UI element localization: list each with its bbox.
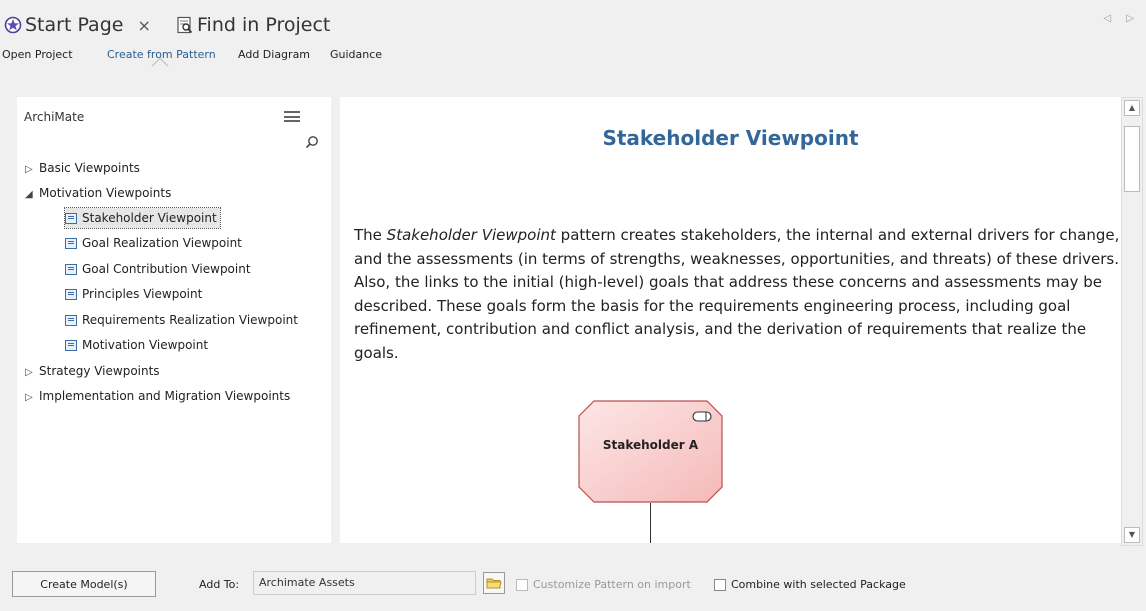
- tree-item-implementation-and-migration-viewpoints[interactable]: ▷ Implementation and Migration Viewpoints: [25, 386, 290, 406]
- search-icon[interactable]: [305, 135, 319, 149]
- tree-item-label: Stakeholder Viewpoint: [82, 211, 217, 225]
- expand-arrow-icon[interactable]: ▷: [25, 363, 39, 383]
- tree-item-label: Strategy Viewpoints: [39, 364, 160, 378]
- nav-add-diagram[interactable]: Add Diagram: [238, 48, 310, 61]
- combine-package-checkbox[interactable]: Combine with selected Package: [714, 578, 906, 591]
- pattern-title: Stakeholder Viewpoint: [602, 126, 859, 150]
- tree-item-motivation-viewpoint[interactable]: Motivation Viewpoint: [65, 335, 208, 355]
- expand-arrow-icon[interactable]: ▷: [25, 388, 39, 408]
- tab-scroll-arrows[interactable]: ◁ ▷: [1103, 13, 1140, 24]
- description-prefix: The: [354, 226, 387, 244]
- pattern-icon: [65, 263, 77, 275]
- stakeholder-icon: [692, 411, 712, 422]
- tab-label: Find in Project: [197, 14, 331, 36]
- tree-item-label: Principles Viewpoint: [82, 287, 203, 301]
- tree-item-goal-realization-viewpoint[interactable]: Goal Realization Viewpoint: [65, 233, 242, 253]
- close-icon[interactable]: ×: [137, 16, 150, 35]
- pattern-description: The Stakeholder Viewpoint pattern create…: [354, 224, 1121, 365]
- tree-item-label: Requirements Realization Viewpoint: [82, 313, 298, 327]
- tree-item-principles-viewpoint[interactable]: Principles Viewpoint: [65, 284, 202, 304]
- scroll-thumb[interactable]: [1124, 126, 1140, 192]
- tree-item-label: Goal Contribution Viewpoint: [82, 262, 251, 276]
- menu-icon[interactable]: [284, 111, 300, 122]
- tree-item-basic-viewpoints[interactable]: ▷ Basic Viewpoints: [25, 158, 140, 178]
- pattern-description-pane: Stakeholder Viewpoint The Stakeholder Vi…: [340, 97, 1121, 543]
- tree-item-label: Motivation Viewpoint: [82, 338, 209, 352]
- start-page-navigation: Open Project Create from Pattern Add Dia…: [0, 44, 1146, 75]
- start-page-icon: [4, 16, 22, 34]
- expand-arrow-icon[interactable]: ▷: [25, 160, 39, 180]
- description-text: pattern creates stakeholders, the intern…: [354, 226, 1120, 362]
- pattern-icon: [65, 288, 77, 300]
- nav-open-project[interactable]: Open Project: [2, 48, 73, 61]
- panel-splitter[interactable]: [331, 97, 340, 543]
- tree-item-label: Goal Realization Viewpoint: [82, 236, 242, 250]
- pattern-action-bar: Create Model(s) Add To: Archimate Assets…: [0, 560, 1146, 611]
- tree-item-motivation-viewpoints[interactable]: ◢ Motivation Viewpoints: [25, 183, 171, 203]
- checkbox-box[interactable]: [714, 578, 726, 591]
- tree-item-requirements-realization-viewpoint[interactable]: Requirements Realization Viewpoint: [65, 310, 298, 330]
- document-tab-bar: Start Page × Find in Project ◁ ▷: [0, 0, 1146, 42]
- stakeholder-label: Stakeholder A: [602, 438, 699, 452]
- pattern-icon: [65, 314, 77, 326]
- find-in-project-icon: [177, 16, 193, 34]
- pattern-icon: [65, 339, 77, 351]
- add-to-label: Add To:: [199, 578, 240, 591]
- tree-item-stakeholder-viewpoint[interactable]: Stakeholder Viewpoint: [64, 207, 221, 229]
- checkbox-label: Combine with selected Package: [731, 578, 906, 591]
- customize-pattern-checkbox[interactable]: Customize Pattern on import: [516, 578, 691, 591]
- collapse-arrow-icon[interactable]: ◢: [25, 185, 39, 205]
- panel-title: ArchiMate: [24, 110, 85, 124]
- pattern-icon: [65, 212, 77, 224]
- checkbox-box[interactable]: [516, 578, 528, 591]
- folder-icon[interactable]: [483, 572, 505, 594]
- tree-item-strategy-viewpoints[interactable]: ▷ Strategy Viewpoints: [25, 361, 160, 381]
- tree-item-label: Implementation and Migration Viewpoints: [39, 389, 291, 403]
- tab-label: Start Page: [25, 14, 124, 36]
- tab-find-in-project[interactable]: Find in Project: [176, 9, 330, 41]
- create-models-button[interactable]: Create Model(s): [12, 571, 156, 597]
- tab-start-page[interactable]: Start Page ×: [4, 9, 151, 41]
- nav-guidance[interactable]: Guidance: [330, 48, 382, 61]
- scroll-up-icon[interactable]: ▲: [1124, 100, 1140, 116]
- vertical-scrollbar[interactable]: ▲ ▼: [1121, 97, 1143, 546]
- description-emphasis: Stakeholder Viewpoint: [386, 226, 556, 244]
- add-to-field[interactable]: Archimate Assets: [253, 571, 476, 595]
- tree-item-goal-contribution-viewpoint[interactable]: Goal Contribution Viewpoint: [65, 259, 251, 279]
- checkbox-label: Customize Pattern on import: [533, 578, 691, 591]
- tree-item-label: Motivation Viewpoints: [39, 186, 172, 200]
- pattern-icon: [65, 237, 77, 249]
- pattern-tree-panel: ArchiMate ▷ Basic Viewpoints ◢ Motivation …: [17, 97, 331, 543]
- tree-item-label: Basic Viewpoints: [39, 161, 140, 175]
- connector-line: [650, 503, 651, 543]
- scroll-down-icon[interactable]: ▼: [1124, 527, 1140, 543]
